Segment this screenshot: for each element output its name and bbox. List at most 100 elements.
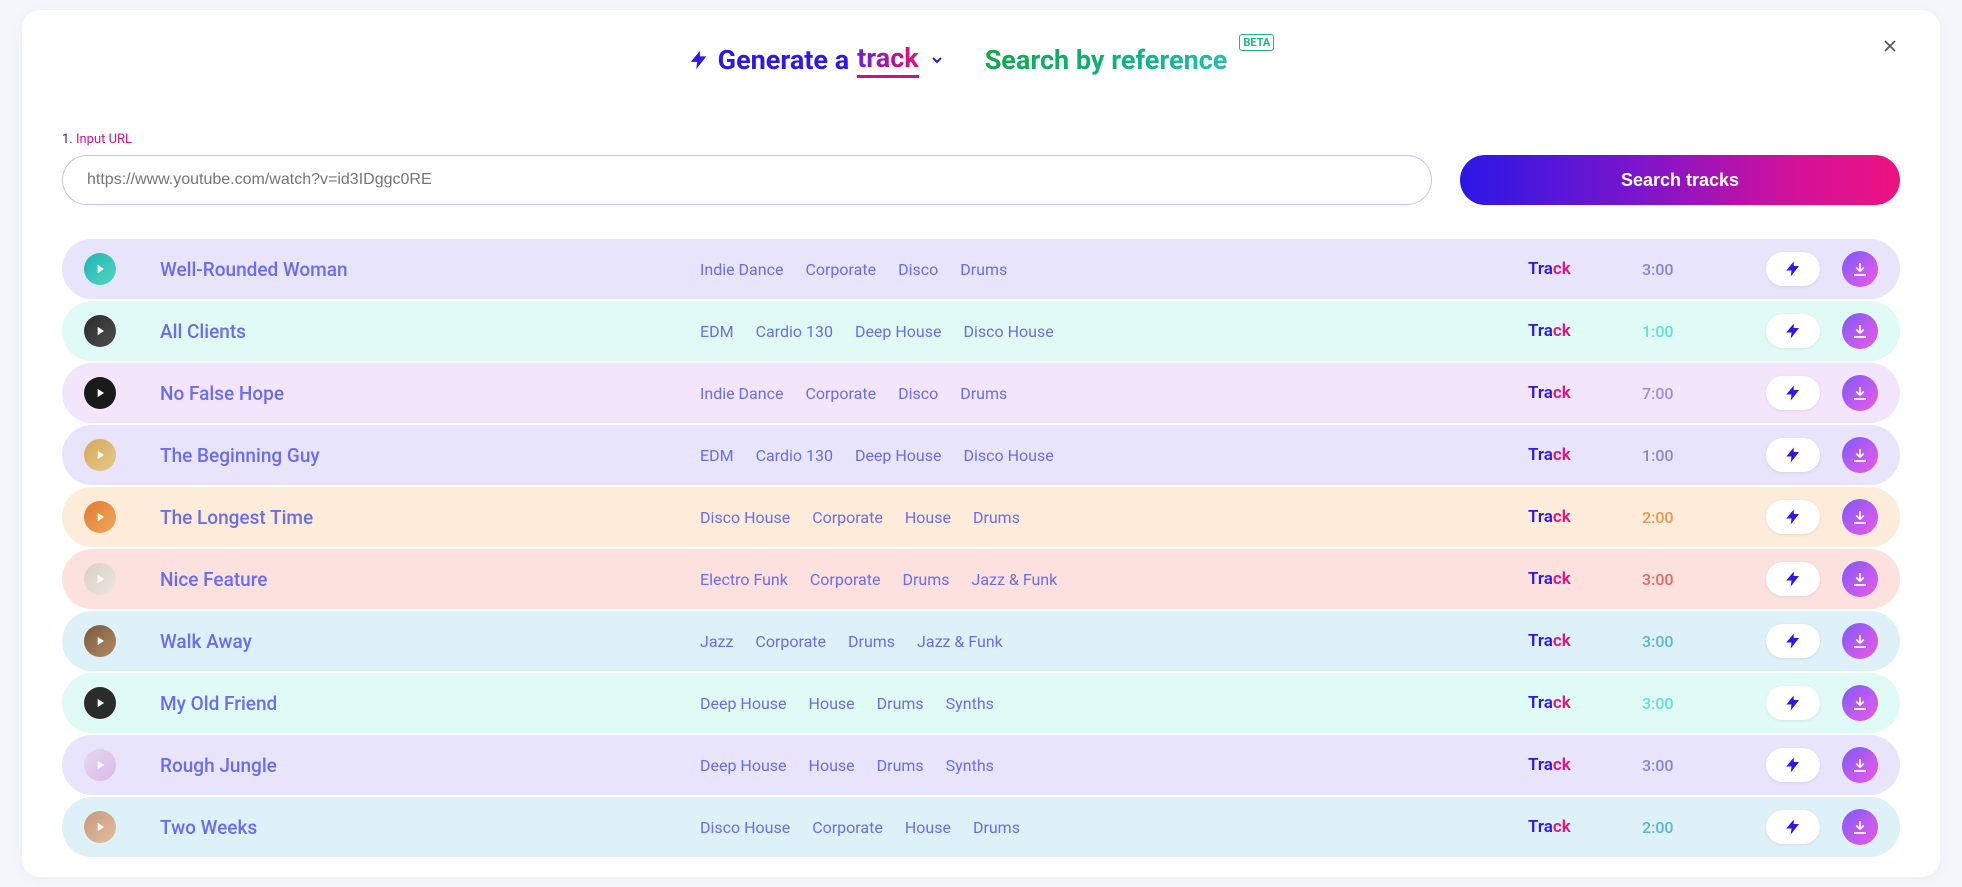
track-tag[interactable]: EDM	[700, 446, 734, 465]
track-row[interactable]: Well-Rounded WomanIndie DanceCorporateDi…	[62, 239, 1900, 299]
input-label-num: 1.	[62, 132, 73, 147]
play-thumb[interactable]	[84, 253, 116, 285]
type-suffix: ck	[1553, 755, 1571, 775]
play-thumb[interactable]	[84, 315, 116, 347]
track-tag[interactable]: Indie Dance	[700, 260, 783, 279]
close-button[interactable]	[1880, 36, 1906, 62]
url-input[interactable]	[62, 155, 1432, 205]
track-tag[interactable]: Drums	[902, 570, 949, 589]
track-tags: Deep House House Drums Synths	[700, 694, 1528, 713]
track-tag[interactable]: Corporate	[812, 818, 883, 837]
generate-similar-button[interactable]	[1766, 314, 1820, 348]
track-tag[interactable]: Disco House	[963, 446, 1053, 465]
download-button[interactable]	[1842, 747, 1878, 783]
download-icon	[1851, 756, 1869, 774]
track-row[interactable]: Two WeeksDisco HouseCorporateHouseDrumsT…	[62, 797, 1900, 857]
track-tag[interactable]: Deep House	[855, 446, 942, 465]
track-duration: 2:00	[1642, 508, 1706, 527]
track-tag[interactable]: Electro Funk	[700, 570, 788, 589]
generate-similar-button[interactable]	[1766, 686, 1820, 720]
track-tag[interactable]: Synths	[946, 694, 994, 713]
track-row[interactable]: Walk AwayJazzCorporateDrumsJazz & FunkTr…	[62, 611, 1900, 671]
track-tag[interactable]: Jazz & Funk	[917, 632, 1003, 651]
track-tag[interactable]: Corporate	[805, 260, 876, 279]
track-tag[interactable]: Corporate	[755, 632, 826, 651]
play-thumb[interactable]	[84, 439, 116, 471]
download-button[interactable]	[1842, 809, 1878, 845]
play-thumb[interactable]	[84, 625, 116, 657]
download-button[interactable]	[1842, 561, 1878, 597]
track-tag[interactable]: Synths	[946, 756, 994, 775]
generate-similar-button[interactable]	[1766, 438, 1820, 472]
type-suffix: ck	[1553, 321, 1571, 341]
track-tags: Disco House Corporate House Drums	[700, 818, 1528, 837]
play-thumb[interactable]	[84, 501, 116, 533]
track-tag[interactable]: Drums	[973, 818, 1020, 837]
track-type: Track	[1528, 259, 1618, 279]
tracks-list: Well-Rounded WomanIndie DanceCorporateDi…	[62, 239, 1900, 857]
play-thumb[interactable]	[84, 811, 116, 843]
track-tag[interactable]: Jazz & Funk	[972, 570, 1058, 589]
generate-similar-button[interactable]	[1766, 810, 1820, 844]
track-tag[interactable]: House	[809, 694, 855, 713]
track-row[interactable]: Rough JungleDeep HouseHouseDrumsSynthsTr…	[62, 735, 1900, 795]
tab-search-by-reference[interactable]: Search by reference BETA	[985, 44, 1275, 76]
track-tag[interactable]: House	[905, 508, 951, 527]
track-row[interactable]: The Beginning GuyEDMCardio 130Deep House…	[62, 425, 1900, 485]
track-tag[interactable]: Drums	[877, 756, 924, 775]
track-tag[interactable]: Drums	[973, 508, 1020, 527]
track-tag[interactable]: House	[809, 756, 855, 775]
track-tag[interactable]: Deep House	[700, 694, 787, 713]
track-tag[interactable]: Disco House	[963, 322, 1053, 341]
track-row[interactable]: The Longest TimeDisco House Corporate Hous…	[62, 487, 1900, 547]
track-actions	[1766, 561, 1878, 597]
track-tag[interactable]: Cardio 130	[756, 322, 833, 341]
track-tag[interactable]: Indie Dance	[700, 384, 783, 403]
download-button[interactable]	[1842, 375, 1878, 411]
generate-similar-button[interactable]	[1766, 562, 1820, 596]
track-tag[interactable]: Disco	[898, 384, 938, 403]
play-thumb[interactable]	[84, 377, 116, 409]
track-tag[interactable]: Drums	[877, 694, 924, 713]
play-thumb[interactable]	[84, 687, 116, 719]
track-tag[interactable]: House	[905, 818, 951, 837]
track-tag[interactable]: Deep House	[700, 756, 787, 775]
play-thumb[interactable]	[84, 563, 116, 595]
track-row[interactable]: My Old FriendDeep HouseHouseDrumsSynthsT…	[62, 673, 1900, 733]
track-tag[interactable]: Corporate	[812, 508, 883, 527]
download-icon	[1851, 446, 1869, 464]
track-tag[interactable]: Drums	[960, 260, 1007, 279]
track-tag[interactable]: Drums	[960, 384, 1007, 403]
track-tag[interactable]: Disco	[898, 260, 938, 279]
generate-similar-button[interactable]	[1766, 748, 1820, 782]
track-tag[interactable]: Deep House	[855, 322, 942, 341]
generate-similar-button[interactable]	[1766, 252, 1820, 286]
track-title: The Longest Time	[160, 506, 700, 529]
download-button[interactable]	[1842, 499, 1878, 535]
track-tag[interactable]: EDM	[700, 322, 734, 341]
type-prefix: Tra	[1528, 507, 1553, 527]
generate-similar-button[interactable]	[1766, 624, 1820, 658]
download-button[interactable]	[1842, 685, 1878, 721]
track-tag[interactable]: Disco House	[700, 508, 790, 527]
download-button[interactable]	[1842, 623, 1878, 659]
track-row[interactable]: No False HopeIndie DanceCorporateDiscoDr…	[62, 363, 1900, 423]
track-tag[interactable]: Corporate	[810, 570, 881, 589]
track-row[interactable]: Nice FeatureElectro FunkCorporateDrumsJa…	[62, 549, 1900, 609]
search-tracks-button[interactable]: Search tracks	[1460, 155, 1900, 205]
download-button[interactable]	[1842, 251, 1878, 287]
tab-generate-track[interactable]: Generate a track	[688, 42, 945, 78]
generate-similar-button[interactable]	[1766, 376, 1820, 410]
track-tag[interactable]: Corporate	[805, 384, 876, 403]
play-thumb[interactable]	[84, 749, 116, 781]
chevron-down-icon	[929, 52, 945, 68]
download-button[interactable]	[1842, 437, 1878, 473]
track-tag[interactable]: Drums	[848, 632, 895, 651]
track-row[interactable]: All ClientsEDMCardio 130Deep HouseDisco …	[62, 301, 1900, 361]
track-tag[interactable]: Cardio 130	[756, 446, 833, 465]
track-tag[interactable]: Disco House	[700, 818, 790, 837]
track-duration: 3:00	[1642, 260, 1706, 279]
generate-similar-button[interactable]	[1766, 500, 1820, 534]
track-tag[interactable]: Jazz	[700, 632, 733, 651]
download-button[interactable]	[1842, 313, 1878, 349]
